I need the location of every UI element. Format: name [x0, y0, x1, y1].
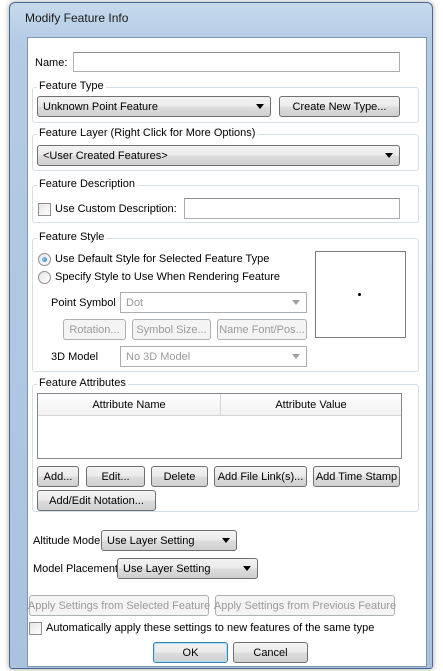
auto-apply-checkbox[interactable]: [29, 622, 42, 635]
chevron-down-icon: [222, 538, 230, 543]
chevron-down-icon: [385, 153, 393, 158]
symbol-size-button[interactable]: Symbol Size...: [132, 319, 211, 340]
add-attribute-button[interactable]: Add...: [37, 466, 79, 487]
apply-selected-feature-button[interactable]: Apply Settings from Selected Feature: [28, 595, 210, 616]
feature-type-select[interactable]: Unknown Point Feature: [37, 96, 271, 117]
auto-apply-label: Automatically apply these settings to ne…: [46, 622, 375, 634]
feature-description-title: Feature Description: [37, 178, 137, 190]
name-label: Name:: [35, 57, 68, 69]
point-symbol-value: Dot: [126, 296, 144, 309]
custom-description-checkbox[interactable]: [38, 203, 51, 216]
feature-layer-select[interactable]: <User Created Features>: [37, 145, 400, 166]
point-symbol-select[interactable]: Dot: [120, 292, 307, 313]
dot-symbol-icon: [358, 293, 361, 296]
3d-model-select[interactable]: No 3D Model: [120, 346, 307, 367]
feature-attributes-title: Feature Attributes: [37, 377, 128, 389]
column-header-attribute-value[interactable]: Attribute Value: [221, 394, 401, 416]
apply-previous-feature-button[interactable]: Apply Settings from Previous Feature: [214, 595, 396, 616]
dialog-window: Modify Feature Info Name: Feature Type U…: [9, 2, 433, 669]
attributes-table[interactable]: Attribute Name Attribute Value: [37, 393, 402, 459]
feature-type-title: Feature Type: [37, 80, 106, 92]
delete-attribute-button[interactable]: Delete: [151, 466, 208, 487]
point-symbol-label: Point Symbol: [51, 297, 116, 309]
specify-style-label: Specify Style to Use When Rendering Feat…: [55, 271, 281, 283]
altitude-mode-label: Altitude Mode:: [33, 535, 104, 547]
3d-model-value: No 3D Model: [126, 350, 191, 363]
specify-style-radio[interactable]: [38, 271, 51, 284]
default-style-label: Use Default Style for Selected Feature T…: [55, 253, 270, 265]
column-header-attribute-name[interactable]: Attribute Name: [38, 394, 221, 416]
feature-style-title: Feature Style: [37, 231, 107, 243]
default-style-radio[interactable]: [38, 253, 51, 266]
feature-type-value: Unknown Point Feature: [43, 100, 158, 113]
model-placement-value: Use Layer Setting: [123, 562, 211, 575]
3d-model-label: 3D Model: [51, 351, 99, 363]
model-placement-label: Model Placement:: [33, 563, 122, 575]
name-font-button[interactable]: Name Font/Pos...: [217, 319, 307, 340]
name-input[interactable]: [73, 52, 400, 72]
add-edit-notation-button[interactable]: Add/Edit Notation...: [37, 490, 156, 511]
window-title: Modify Feature Info: [25, 11, 129, 25]
chevron-down-icon: [256, 104, 264, 109]
chevron-down-icon: [292, 300, 300, 305]
feature-layer-value: <User Created Features>: [43, 149, 168, 162]
edit-attribute-button[interactable]: Edit...: [86, 466, 145, 487]
altitude-mode-value: Use Layer Setting: [107, 534, 195, 547]
style-preview: [315, 251, 406, 338]
cancel-button[interactable]: Cancel: [233, 642, 308, 663]
model-placement-select[interactable]: Use Layer Setting: [117, 558, 258, 579]
rotation-button[interactable]: Rotation...: [63, 319, 126, 340]
chevron-down-icon: [243, 566, 251, 571]
altitude-mode-select[interactable]: Use Layer Setting: [101, 530, 237, 551]
add-time-stamp-button[interactable]: Add Time Stamp: [313, 466, 400, 487]
create-new-type-button[interactable]: Create New Type...: [279, 96, 400, 117]
ok-button[interactable]: OK: [153, 642, 228, 663]
custom-description-label: Use Custom Description:: [55, 203, 177, 215]
custom-description-input[interactable]: [184, 198, 400, 219]
dialog-content: Name: Feature Type Unknown Point Feature…: [27, 37, 427, 667]
feature-layer-title: Feature Layer (Right Click for More Opti…: [37, 127, 258, 139]
add-file-link-button[interactable]: Add File Link(s)...: [214, 466, 307, 487]
chevron-down-icon: [292, 354, 300, 359]
